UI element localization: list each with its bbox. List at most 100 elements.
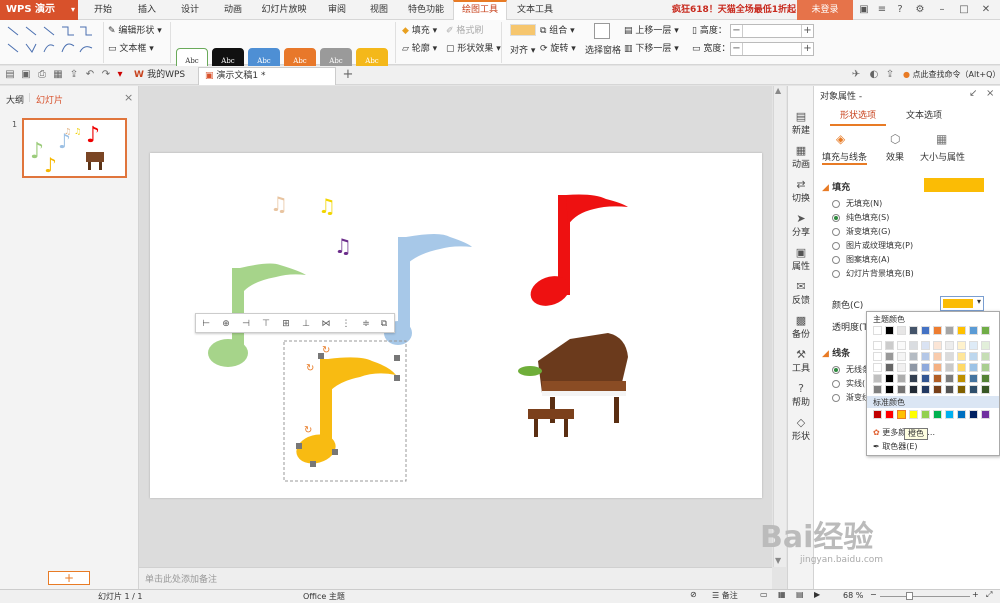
- minus-icon[interactable]: −: [731, 43, 743, 55]
- theme-swatch[interactable]: [945, 352, 954, 361]
- maximize-icon[interactable]: □: [958, 4, 970, 16]
- undo-icon[interactable]: ↶: [84, 69, 96, 81]
- theme-swatch[interactable]: [969, 374, 978, 383]
- skin-icon[interactable]: ▣: [858, 4, 870, 16]
- theme-swatch[interactable]: [969, 363, 978, 372]
- theme-swatch[interactable]: [921, 385, 930, 394]
- tab-text-tools[interactable]: 文本工具: [509, 0, 561, 20]
- fill-option-label[interactable]: 幻灯片背景填充(B): [846, 268, 914, 279]
- theme-swatch[interactable]: [969, 352, 978, 361]
- theme-swatch[interactable]: [981, 385, 990, 394]
- theme-swatch[interactable]: [981, 326, 990, 335]
- standard-swatch[interactable]: [969, 410, 978, 419]
- redo-icon[interactable]: ↷: [100, 69, 112, 81]
- align-left-icon[interactable]: ⊢: [200, 318, 212, 330]
- share-icon[interactable]: ⇪: [884, 69, 896, 81]
- standard-swatch[interactable]: [981, 410, 990, 419]
- send-backward-button[interactable]: ▥ 下移一层 ▾: [624, 42, 679, 56]
- tab-outline[interactable]: 大纲: [6, 93, 24, 106]
- pin-panel-icon[interactable]: ↙: [969, 88, 977, 99]
- theme-swatch[interactable]: [933, 385, 942, 394]
- theme-swatch[interactable]: [933, 326, 942, 335]
- tab-view[interactable]: 视图: [364, 0, 394, 20]
- align-right-icon[interactable]: ⊣: [240, 318, 252, 330]
- theme-swatch[interactable]: [885, 326, 894, 335]
- fill-line-icon[interactable]: ◈: [836, 132, 845, 146]
- theme-swatch[interactable]: [921, 326, 930, 335]
- fill-radio-5[interactable]: [832, 270, 840, 278]
- menu-icon[interactable]: ≡: [876, 4, 888, 16]
- more-align-icon[interactable]: ≑: [360, 318, 372, 330]
- theme-swatch[interactable]: [921, 352, 930, 361]
- tab-document[interactable]: ▣ 演示文稿1 *: [198, 67, 336, 85]
- theme-swatch[interactable]: [897, 352, 906, 361]
- vtool-tools[interactable]: ⚒ 工具: [788, 348, 814, 374]
- vtool-new[interactable]: ▤ 新建: [788, 110, 814, 136]
- minus-icon[interactable]: −: [731, 25, 743, 37]
- fill-button[interactable]: ◆ 填充 ▾: [402, 24, 437, 38]
- vtool-transition[interactable]: ⇄ 切换: [788, 178, 814, 204]
- music-note-red[interactable]: [526, 194, 628, 311]
- align-middle-icon[interactable]: ⊞: [280, 318, 292, 330]
- theme-swatch[interactable]: [873, 385, 882, 394]
- theme-swatch[interactable]: [945, 374, 954, 383]
- theme-swatch[interactable]: [885, 374, 894, 383]
- line-section-header[interactable]: ◢ 线条: [822, 346, 850, 359]
- vtool-backup[interactable]: ▩ 备份: [788, 314, 814, 340]
- theme-swatch[interactable]: [969, 326, 978, 335]
- theme-swatch[interactable]: [945, 326, 954, 335]
- fill-radio-2[interactable]: [832, 228, 840, 236]
- rotate-button[interactable]: ⟳ 旋转 ▾: [540, 42, 576, 56]
- export-icon[interactable]: ⇪: [68, 69, 80, 81]
- tab-drawing-tools[interactable]: 绘图工具: [453, 0, 507, 20]
- theme-swatch[interactable]: [873, 374, 882, 383]
- fill-radio-4[interactable]: [832, 256, 840, 264]
- theme-swatch[interactable]: [897, 374, 906, 383]
- standard-swatch[interactable]: [945, 410, 954, 419]
- line-radio-1[interactable]: [832, 380, 840, 388]
- theme-swatch[interactable]: [981, 352, 990, 361]
- vtool-shape[interactable]: ◇ 形状: [788, 416, 814, 442]
- notes-pane[interactable]: 单击此处添加备注: [139, 567, 772, 589]
- tab-home[interactable]: 开始: [88, 0, 118, 20]
- theme-swatch[interactable]: [885, 385, 894, 394]
- theme-swatch[interactable]: [909, 374, 918, 383]
- vtool-feedback[interactable]: ✉ 反馈: [788, 280, 814, 306]
- standard-swatch[interactable]: [957, 410, 966, 419]
- promo-banner[interactable]: 疯狂618！天猫全场最低1折起: [672, 0, 796, 20]
- theme-swatch[interactable]: [957, 385, 966, 394]
- align-button[interactable]: 对齐 ▾: [510, 44, 535, 58]
- theme-swatch[interactable]: [945, 341, 954, 350]
- theme-swatch[interactable]: [909, 363, 918, 372]
- fill-radio-0[interactable]: [832, 200, 840, 208]
- distribute-vertical-icon[interactable]: ⋮: [340, 318, 352, 330]
- group-button[interactable]: ⧉ 组合 ▾: [540, 24, 575, 38]
- pin-icon[interactable]: ✈: [850, 69, 862, 81]
- close-pane-icon[interactable]: ×: [124, 91, 133, 104]
- customize-icon[interactable]: ▾: [114, 69, 126, 81]
- fill-option-label[interactable]: 纯色填充(S): [846, 212, 889, 223]
- theme-swatch[interactable]: [945, 363, 954, 372]
- spellcheck-icon[interactable]: ⊘: [690, 590, 697, 599]
- selection-pane-icon[interactable]: [594, 23, 610, 39]
- zoom-out-icon[interactable]: −: [870, 590, 877, 599]
- tab-review[interactable]: 审阅: [322, 0, 352, 20]
- theme-swatch[interactable]: [921, 363, 930, 372]
- slide-thumbnail[interactable]: ♫ ♫ ♪ ♪ ♪ ♪: [22, 118, 127, 178]
- add-slide-button[interactable]: +: [48, 571, 90, 585]
- color-dropdown[interactable]: ▾: [940, 296, 984, 311]
- theme-swatch[interactable]: [969, 341, 978, 350]
- align-bottom-icon[interactable]: ⊥: [300, 318, 312, 330]
- close-panel-icon[interactable]: ×: [986, 88, 994, 99]
- tab-insert[interactable]: 插入: [132, 0, 162, 20]
- wps-logo-button[interactable]: WPS 演示 ▾: [0, 0, 78, 20]
- line-option-label[interactable]: 实线(: [846, 378, 865, 389]
- vtool-animation[interactable]: ▦ 动画: [788, 144, 814, 170]
- close-icon[interactable]: ✕: [980, 4, 992, 16]
- vtool-share[interactable]: ➤ 分享: [788, 212, 814, 238]
- plus-icon[interactable]: +: [801, 25, 813, 37]
- subtab-size[interactable]: 大小与属性: [920, 150, 965, 163]
- help-icon[interactable]: ?: [894, 4, 906, 16]
- reading-view-icon[interactable]: ▤: [796, 590, 804, 599]
- theme-swatch[interactable]: [969, 385, 978, 394]
